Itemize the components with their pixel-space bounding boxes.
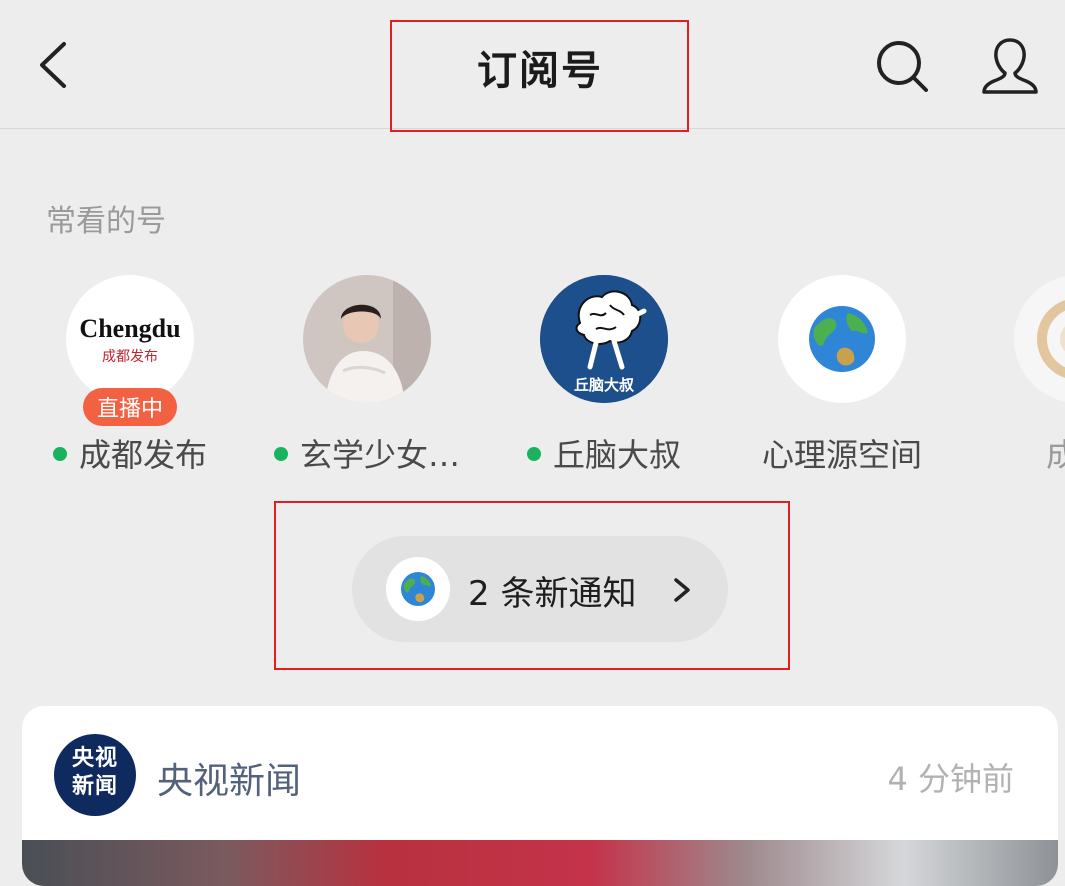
new-notifications-button[interactable]: 2 条新通知 <box>352 536 728 642</box>
logo-line-2: 新闻 <box>71 774 118 799</box>
account-item-metaphysics-girl[interactable]: 玄学少女… <box>252 272 482 482</box>
account-name: 成都发布 <box>78 436 207 474</box>
account-name: 心理源空间 <box>761 436 922 474</box>
section-label-frequent: 常看的号 <box>46 204 166 239</box>
brain-logo-text: 丘脑大叔 <box>574 376 635 394</box>
account-avatar: Chengdu 成都发布 <box>66 275 194 403</box>
feed-source-name: 央视新闻 <box>157 761 302 802</box>
account-item-psychology-space[interactable]: 心理源空间 <box>727 272 957 482</box>
live-badge: 直播中 <box>82 388 178 426</box>
chengdu-logo-subtext: 成都发布 <box>102 349 158 365</box>
portrait-photo <box>303 275 431 403</box>
account-item-thalamus-uncle[interactable]: 丘脑大叔 丘脑大叔 <box>489 272 719 482</box>
account-avatar <box>778 275 906 403</box>
notification-label: 2 条新通知 <box>468 574 637 614</box>
account-avatar <box>1014 275 1065 403</box>
profile-icon <box>982 38 1038 94</box>
account-name: 丘脑大叔 <box>552 436 681 474</box>
account-avatar <box>303 275 431 403</box>
chevron-right-icon <box>674 578 690 602</box>
update-dot <box>52 447 67 461</box>
chengdu-logo: Chengdu 成都发布 <box>79 314 180 365</box>
search-button[interactable] <box>872 36 932 96</box>
logo-line-1: 央视 <box>71 746 118 771</box>
globe-icon <box>401 572 435 606</box>
feed-card[interactable]: 央视 新闻 央视新闻 4 分钟前 <box>22 706 1058 886</box>
notification-avatar <box>386 557 450 621</box>
account-name: 成都 <box>1045 436 1065 474</box>
globe-icon <box>809 306 875 372</box>
account-item-chengdu-release[interactable]: Chengdu 成都发布 直播中 成都发布 <box>15 272 245 482</box>
account-item-chengdu-partial[interactable]: 成都 <box>963 272 1065 482</box>
update-dot <box>526 447 541 461</box>
back-button[interactable] <box>28 30 78 100</box>
account-name: 玄学少女… <box>299 436 460 474</box>
search-icon <box>877 41 928 92</box>
brain-mascot-logo: 丘脑大叔 <box>540 275 668 403</box>
feed-thumbnail[interactable] <box>22 840 1058 886</box>
account-avatar: 丘脑大叔 <box>540 275 668 403</box>
back-arrow-icon <box>40 42 66 88</box>
chengdu-logo-text: Chengdu <box>79 314 180 343</box>
profile-button[interactable] <box>978 34 1042 98</box>
feed-timestamp: 4 分钟前 <box>887 760 1014 798</box>
page-title: 订阅号 <box>477 48 603 94</box>
update-dot <box>273 447 288 461</box>
emblem-logo <box>1037 300 1065 378</box>
top-bar: 订阅号 <box>0 0 1065 129</box>
cctv-news-logo: 央视 新闻 <box>54 734 136 816</box>
